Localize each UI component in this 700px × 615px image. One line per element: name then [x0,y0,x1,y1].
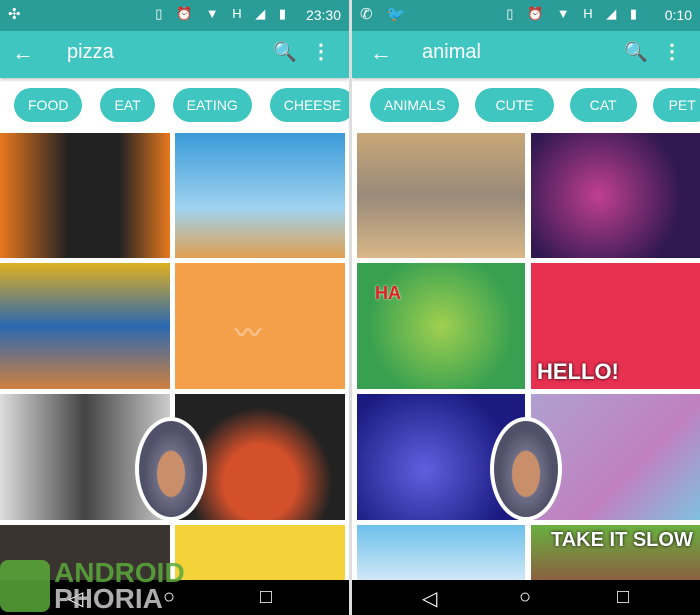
gif-grid: HA HELLO! TAKE IT SLOW [352,133,700,580]
suggestion-chips: ANIMALS CUTE CAT PET [370,88,700,122]
clock: 0:10 [664,7,692,23]
nav-recents-icon[interactable]: □ [260,586,272,609]
search-query-title[interactable]: pizza [67,41,114,64]
gif-tile[interactable] [357,133,525,258]
nav-bar: ◁ ○ □ [352,580,700,615]
clock: 23:30 [305,7,341,23]
gif-grid: 〰 [0,133,349,580]
status-bar: ✆ 🐦 ▯ ⏰ ▼ H ◢ ▮ 0:10 [352,0,700,31]
system-icons: ▯ ⏰ ▼ H ◢ ▮ [155,6,291,21]
nav-recents-icon[interactable]: □ [617,586,629,609]
chip-pet[interactable]: PET [652,88,700,122]
gif-tile[interactable] [357,525,525,580]
mustache-icon: 〰 [235,318,262,348]
phone-pizza: ✣ ▯ ⏰ ▼ H ◢ ▮ 23:30 ← pizza 🔍 ⋮ FOOD EAT… [0,0,349,615]
take-it-slow-text: TAKE IT SLOW [551,529,693,551]
gif-tile[interactable] [0,133,170,258]
back-arrow-icon[interactable]: ← [12,40,34,66]
gif-tile[interactable] [175,133,345,258]
search-icon[interactable]: 🔍 [273,40,297,64]
search-icon[interactable]: 🔍 [624,40,648,64]
app-bar: ← animal 🔍 ⋮ [352,31,700,78]
nav-home-icon[interactable]: ○ [519,586,531,609]
chip-cheese[interactable]: CHEESE [269,88,349,122]
gif-tile[interactable]: HELLO! [531,263,700,389]
chip-animals[interactable]: ANIMALS [370,88,460,122]
suggestion-chips: FOOD EAT EATING CHEESE [14,88,349,122]
gif-tile[interactable] [0,263,170,389]
sticker-face[interactable] [135,417,207,521]
notification-icons: ✆ 🐦 [360,6,411,23]
back-arrow-icon[interactable]: ← [370,40,392,66]
phone-animal: ✆ 🐦 ▯ ⏰ ▼ H ◢ ▮ 0:10 ← animal 🔍 ⋮ ANIMAL… [352,0,700,615]
chip-food[interactable]: FOOD [14,88,83,122]
chip-eat[interactable]: EAT [100,88,155,122]
chip-cute[interactable]: CUTE [475,88,554,122]
status-bar: ✣ ▯ ⏰ ▼ H ◢ ▮ 23:30 [0,0,349,31]
search-query-title[interactable]: animal [422,41,481,64]
gif-tile[interactable]: TAKE IT SLOW [531,525,700,580]
notification-icons: ✣ [8,6,26,23]
sticker-face[interactable] [490,417,562,521]
more-options-icon[interactable]: ⋮ [662,39,682,64]
system-icons: ▯ ⏰ ▼ H ◢ ▮ [506,6,642,21]
gif-tile[interactable] [531,133,700,258]
watermark-logo: ANDROID PHORIA [0,559,185,614]
chip-cat[interactable]: CAT [569,88,637,122]
more-options-icon[interactable]: ⋮ [311,39,331,64]
ha-text: HA [375,283,401,303]
gif-tile[interactable]: HA [357,263,525,389]
hello-text: HELLO! [537,359,619,384]
gif-tile[interactable] [175,525,345,580]
watermark-text: PHORIA [54,583,163,614]
nav-back-icon[interactable]: ◁ [422,586,437,611]
gif-tile[interactable]: 〰 [175,263,345,389]
app-bar: ← pizza 🔍 ⋮ [0,31,349,78]
chip-eating[interactable]: EATING [172,88,252,122]
